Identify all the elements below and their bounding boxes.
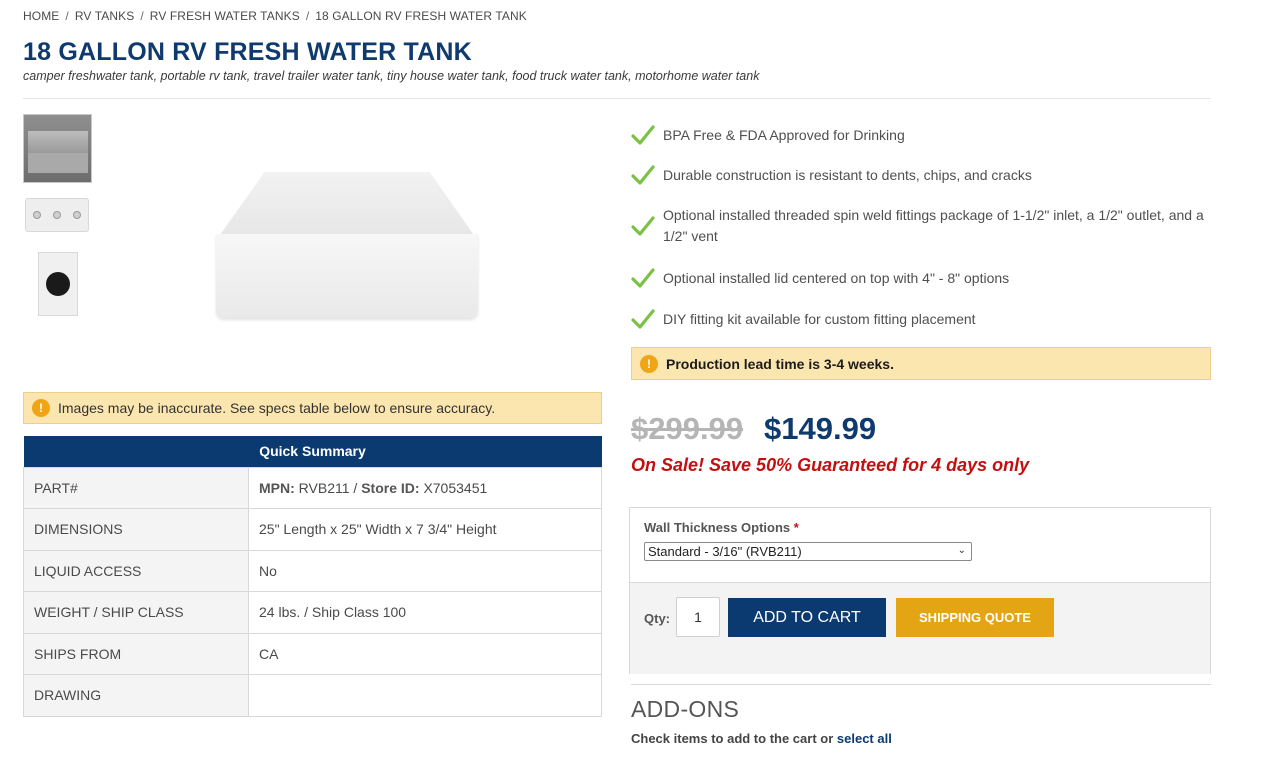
shipping-quote-button[interactable]: SHIPPING QUOTE: [896, 598, 1054, 637]
table-row: PART# MPN: RVB211 / Store ID: X7053451: [23, 466, 602, 509]
breadcrumb-home[interactable]: HOME: [23, 9, 59, 23]
breadcrumb-separator: /: [305, 9, 310, 23]
quantity-input[interactable]: 1: [676, 597, 720, 637]
breadcrumb-current: 18 GALLON RV FRESH WATER TANK: [315, 9, 527, 23]
cart-actions: Qty: 1 ADD TO CART SHIPPING QUOTE: [630, 582, 1210, 674]
checkmark-icon: [631, 165, 655, 185]
exclamation-circle-icon: !: [640, 354, 658, 373]
thumbnail-lid-dot: [46, 272, 70, 296]
breadcrumb: HOME / RV TANKS / RV FRESH WATER TANKS / 18 GA…: [23, 9, 527, 23]
row-value: MPN: RVB211 / Store ID: X7053451: [248, 466, 602, 509]
breadcrumb-separator: /: [140, 9, 144, 23]
feature-text: BPA Free & FDA Approved for Drinking: [663, 126, 905, 143]
thumbnail-3[interactable]: [38, 252, 78, 322]
select-value: Standard - 3/16" (RVB211): [648, 544, 802, 559]
checkmark-icon: [631, 309, 655, 329]
tank-top-face: [218, 172, 476, 238]
table-row: WEIGHT / SHIP CLASS 24 lbs. / Ship Class…: [23, 591, 602, 634]
mpn-label: MPN:: [259, 479, 295, 496]
thumbnail-tank-lid: [28, 131, 88, 153]
row-value: No: [248, 549, 602, 592]
divider: [23, 98, 1211, 99]
divider: [631, 684, 1211, 685]
required-mark: *: [793, 520, 799, 535]
select-all-link[interactable]: select all: [837, 731, 892, 746]
image-accuracy-notice: ! Images may be inaccurate. See specs ta…: [23, 392, 602, 424]
feature-item: BPA Free & FDA Approved for Drinking: [631, 124, 905, 146]
addons-title: ADD-ONS: [631, 696, 740, 722]
table-row: SHIPS FROM CA: [23, 632, 602, 675]
row-label: DIMENSIONS: [23, 508, 249, 551]
lead-time-text: Production lead time is 3-4 weeks.: [666, 355, 894, 372]
qty-label: Qty:: [644, 611, 670, 626]
row-label: SHIPS FROM: [23, 632, 249, 675]
feature-item: Optional installed threaded spin weld fi…: [631, 205, 1213, 247]
fitting-hole: [53, 211, 61, 219]
fitting-hole: [73, 211, 81, 219]
row-value: 25" Length x 25" Width x 7 3/4" Height: [248, 508, 602, 551]
feature-text: Optional installed threaded spin weld fi…: [663, 207, 1204, 244]
sale-message: On Sale! Save 50% Guaranteed for 4 days …: [631, 455, 1030, 475]
feature-text: Durable construction is resistant to den…: [663, 166, 1032, 183]
exclamation-circle-icon: !: [32, 399, 50, 417]
tank-front-face: [216, 234, 478, 318]
feature-item: Durable construction is resistant to den…: [631, 164, 1032, 186]
chevron-down-icon: ⌄: [957, 545, 966, 556]
store-id-value: X7053451: [423, 479, 488, 496]
row-label: LIQUID ACCESS: [23, 549, 249, 592]
option-label-text: Wall Thickness Options: [644, 520, 791, 535]
fitting-hole: [33, 211, 41, 219]
breadcrumb-separator: /: [65, 9, 69, 23]
feature-text: Optional installed lid centered on top w…: [663, 269, 1010, 286]
checkmark-icon: [631, 268, 655, 288]
thumbnail-1[interactable]: [23, 114, 92, 183]
notice-text: Images may be inaccurate. See specs tabl…: [58, 400, 496, 416]
row-label: PART#: [23, 466, 249, 509]
thumbnail-tank-body: [28, 153, 88, 173]
addons-subtitle: Check items to add to the cart or: [631, 731, 834, 746]
feature-text: DIY fitting kit available for custom fit…: [663, 310, 976, 327]
table-row: DRAWING: [23, 674, 602, 717]
mpn-value: RVB211: [298, 479, 350, 496]
addons-instructions: Check items to add to the cart or select…: [631, 731, 892, 746]
add-to-cart-button[interactable]: ADD TO CART: [728, 598, 886, 637]
wall-thickness-label: Wall Thickness Options *: [644, 520, 799, 535]
page-title: 18 GALLON RV FRESH WATER TANK: [23, 38, 472, 66]
row-label: DRAWING: [23, 674, 249, 717]
product-main-image[interactable]: [212, 168, 482, 320]
row-value: CA: [248, 632, 602, 675]
thumbnail-2[interactable]: [23, 196, 92, 242]
quick-summary-table: Quick Summary PART# MPN: RVB211 / Store …: [23, 436, 602, 717]
table-header: Quick Summary: [23, 436, 602, 467]
feature-item: Optional installed lid centered on top w…: [631, 267, 1009, 289]
wall-thickness-select[interactable]: Standard - 3/16" (RVB211) ⌄: [644, 542, 972, 561]
original-price: $299.99: [631, 411, 744, 446]
checkmark-icon: [631, 216, 655, 236]
row-value: 24 lbs. / Ship Class 100: [248, 591, 602, 634]
separator: /: [349, 479, 362, 496]
table-row: DIMENSIONS 25" Length x 25" Width x 7 3/…: [23, 508, 602, 551]
table-row: LIQUID ACCESS No: [23, 549, 602, 592]
breadcrumb-rv-fresh-water-tanks[interactable]: RV FRESH WATER TANKS: [150, 9, 300, 23]
product-subtitle: camper freshwater tank, portable rv tank…: [23, 69, 760, 83]
feature-item: DIY fitting kit available for custom fit…: [631, 308, 976, 330]
breadcrumb-rv-tanks[interactable]: RV TANKS: [75, 9, 135, 23]
checkmark-icon: [631, 125, 655, 145]
row-value: [248, 674, 602, 717]
sale-price: $149.99: [764, 411, 877, 446]
store-id-label: Store ID:: [361, 479, 420, 496]
row-label: WEIGHT / SHIP CLASS: [23, 591, 249, 634]
purchase-options-box: Wall Thickness Options * Standard - 3/16…: [629, 507, 1211, 674]
lead-time-notice: ! Production lead time is 3-4 weeks.: [631, 347, 1211, 380]
